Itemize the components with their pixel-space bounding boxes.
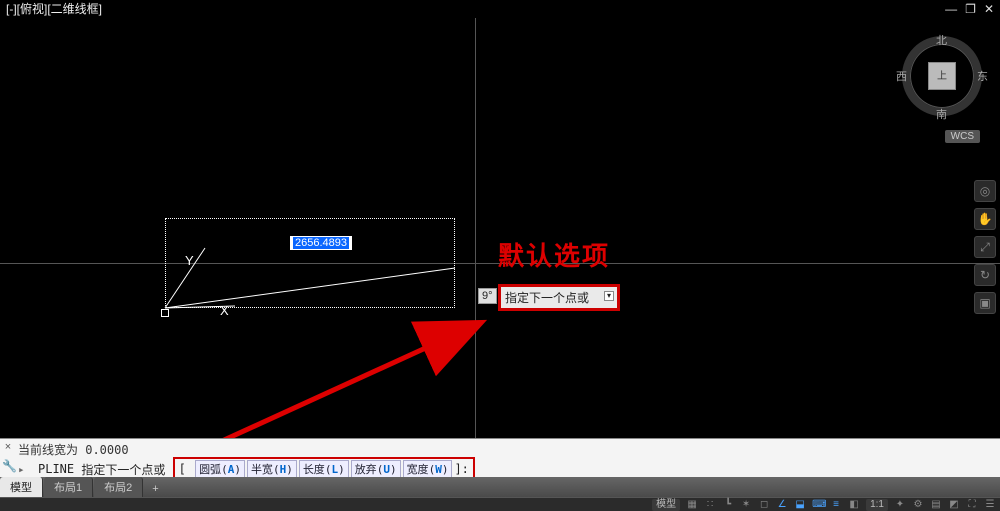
endpoint-marker [161, 309, 169, 317]
length-value: 2656.4893 [293, 237, 349, 249]
command-input-line[interactable]: ▸ PLINE 指定下一个点或 [ 圆弧(A) 半宽(H) 长度(L) 放弃(U… [18, 459, 996, 479]
model-viewport[interactable]: Y X 2656.4893 9° 指定下一个点或 ▾ 默认选项 上 北 南 西 … [0, 18, 1000, 458]
restore-button[interactable]: ❐ [965, 2, 976, 16]
dynamic-length-readout: 2656.4893 [290, 236, 352, 250]
command-close-icon[interactable]: × [2, 441, 14, 453]
compass-east: 东 [977, 68, 988, 84]
clean-screen-icon[interactable]: ⛶ [966, 499, 978, 510]
dynamic-angle-readout: 9° [478, 288, 497, 304]
zoom-extents-icon[interactable]: ⤢ [974, 236, 996, 258]
layout-tab-strip: 模型 布局1 布局2 + [0, 477, 1000, 497]
dyn-ucs-icon[interactable]: ⬓ [794, 499, 806, 510]
ucs-x-label: X [220, 303, 229, 318]
tab-layout1[interactable]: 布局1 [44, 477, 93, 497]
isolate-icon[interactable]: ◩ [948, 499, 960, 510]
snap-icon[interactable]: ∷ [704, 499, 716, 510]
ortho-icon[interactable]: ┗ [722, 499, 734, 510]
command-prompt-icon: ▸ [18, 463, 38, 476]
minimize-button[interactable]: — [945, 2, 957, 16]
viewcube[interactable]: 上 北 南 西 东 [902, 36, 982, 116]
option-halfwidth[interactable]: 半宽(H) [247, 460, 297, 478]
tab-model[interactable]: 模型 [0, 477, 43, 497]
close-button[interactable]: ✕ [984, 2, 994, 16]
dynamic-input-prompt[interactable]: 指定下一个点或 ▾ [498, 284, 620, 311]
lineweight-icon[interactable]: ≡ [830, 499, 842, 510]
compass-south: 南 [936, 106, 947, 122]
compass-north: 北 [936, 32, 947, 48]
options-dropdown-icon[interactable]: ▾ [604, 291, 614, 301]
crosshair-vertical [475, 18, 476, 458]
status-model-button[interactable]: 模型 [652, 499, 680, 511]
command-wrench-icon[interactable]: 🔧 [2, 459, 14, 471]
option-width[interactable]: 宽度(W) [403, 460, 453, 478]
command-prompt-text: 指定下一个点或 [81, 461, 165, 478]
transparency-icon[interactable]: ◧ [848, 499, 860, 510]
grid-icon[interactable]: ▦ [686, 499, 698, 510]
pan-icon[interactable]: ✋ [974, 208, 996, 230]
rubberband-drawing: Y X [165, 218, 455, 313]
anno-scale-button[interactable]: 1:1 [866, 499, 888, 511]
compass-west: 西 [896, 68, 907, 84]
osnap-icon[interactable]: ◻ [758, 499, 770, 510]
options-suffix: ]: [454, 462, 468, 476]
dynamic-prompt-text: 指定下一个点或 [505, 291, 589, 305]
orbit-icon[interactable]: ↻ [974, 264, 996, 286]
title-text: [-][俯视][二维线框] [6, 2, 102, 16]
dyn-input-icon[interactable]: ⌨ [812, 499, 824, 510]
status-bar: 模型 ▦ ∷ ┗ ✶ ◻ ∠ ⬓ ⌨ ≡ ◧ 1:1 ✦ ⚙ ▤ ◩ ⛶ ☰ [0, 497, 1000, 511]
option-length[interactable]: 长度(L) [299, 460, 349, 478]
otrack-icon[interactable]: ∠ [776, 499, 788, 510]
full-nav-wheel-icon[interactable]: ◎ [974, 180, 996, 202]
command-window: × 🔧 当前线宽为 0.0000 ▸ PLINE 指定下一个点或 [ 圆弧(A)… [0, 438, 1000, 480]
viewport-title: [-][俯视][二维线框] [0, 0, 1000, 18]
ucs-y-label: Y [185, 253, 194, 268]
tab-layout2[interactable]: 布局2 [94, 477, 143, 497]
customize-icon[interactable]: ☰ [984, 499, 996, 510]
polar-icon[interactable]: ✶ [740, 499, 752, 510]
showmotion-icon[interactable]: ▣ [974, 292, 996, 314]
command-name: PLINE [38, 462, 74, 476]
window-controls: — ❐ ✕ [945, 2, 994, 16]
annotation-label: 默认选项 [498, 236, 610, 273]
command-history-line: 当前线宽为 0.0000 [18, 441, 996, 457]
viewcube-top-face[interactable]: 上 [928, 62, 956, 90]
tab-add-button[interactable]: + [144, 481, 166, 497]
anno-visibility-icon[interactable]: ✦ [894, 499, 906, 510]
hardware-accel-icon[interactable]: ▤ [930, 499, 942, 510]
polyline-preview [165, 218, 455, 308]
workspace-switch-icon[interactable]: ⚙ [912, 499, 924, 510]
navigation-bar: ◎ ✋ ⤢ ↻ ▣ [974, 180, 998, 314]
wcs-label[interactable]: WCS [945, 130, 980, 143]
option-arc[interactable]: 圆弧(A) [195, 460, 245, 478]
option-undo[interactable]: 放弃(U) [351, 460, 401, 478]
